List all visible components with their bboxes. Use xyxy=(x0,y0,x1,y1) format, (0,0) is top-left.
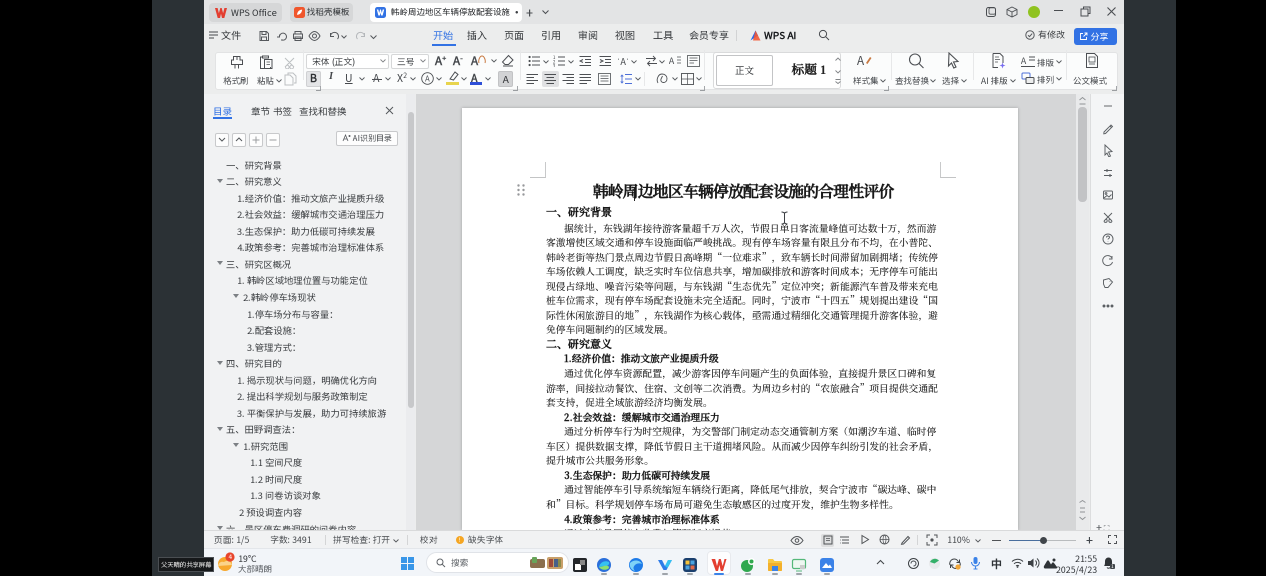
svg-text:3: 3 xyxy=(553,64,556,68)
svg-text:4: 4 xyxy=(228,552,232,561)
svg-text:A: A xyxy=(425,73,430,84)
svg-text:A: A xyxy=(857,53,865,69)
svg-text:A: A xyxy=(669,55,675,67)
svg-text:A: A xyxy=(1021,55,1027,67)
